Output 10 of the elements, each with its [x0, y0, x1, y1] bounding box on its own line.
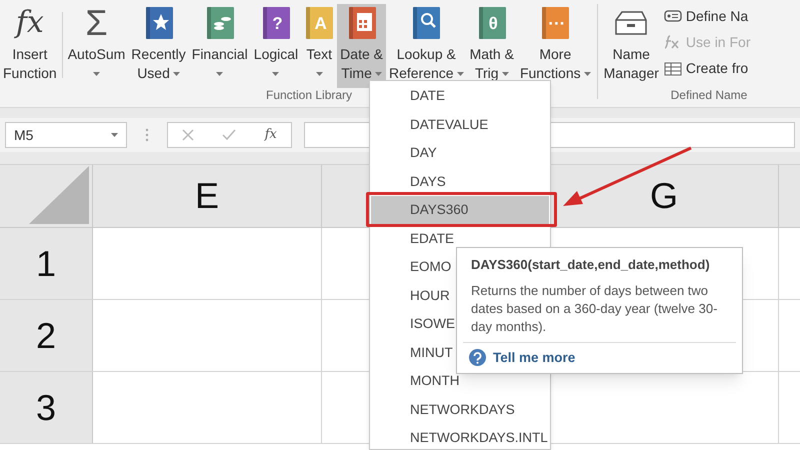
book-glyph: A	[314, 14, 327, 32]
function-glyph: Σ	[85, 5, 108, 41]
tooltip-description: Returns the number of days between two dates based on a 360-day year (twelve 30-day months).	[471, 282, 718, 336]
function-glyph: fx	[16, 8, 44, 38]
book-glyph: θ	[488, 14, 498, 32]
group-label: Function Library	[266, 87, 352, 104]
group-label: Defined Name	[670, 87, 748, 104]
book-glyph: ···	[547, 14, 566, 32]
book-glyph: ?	[271, 14, 283, 32]
tooltip-title: DAYS360(start_date,end_date,method)	[471, 256, 711, 274]
